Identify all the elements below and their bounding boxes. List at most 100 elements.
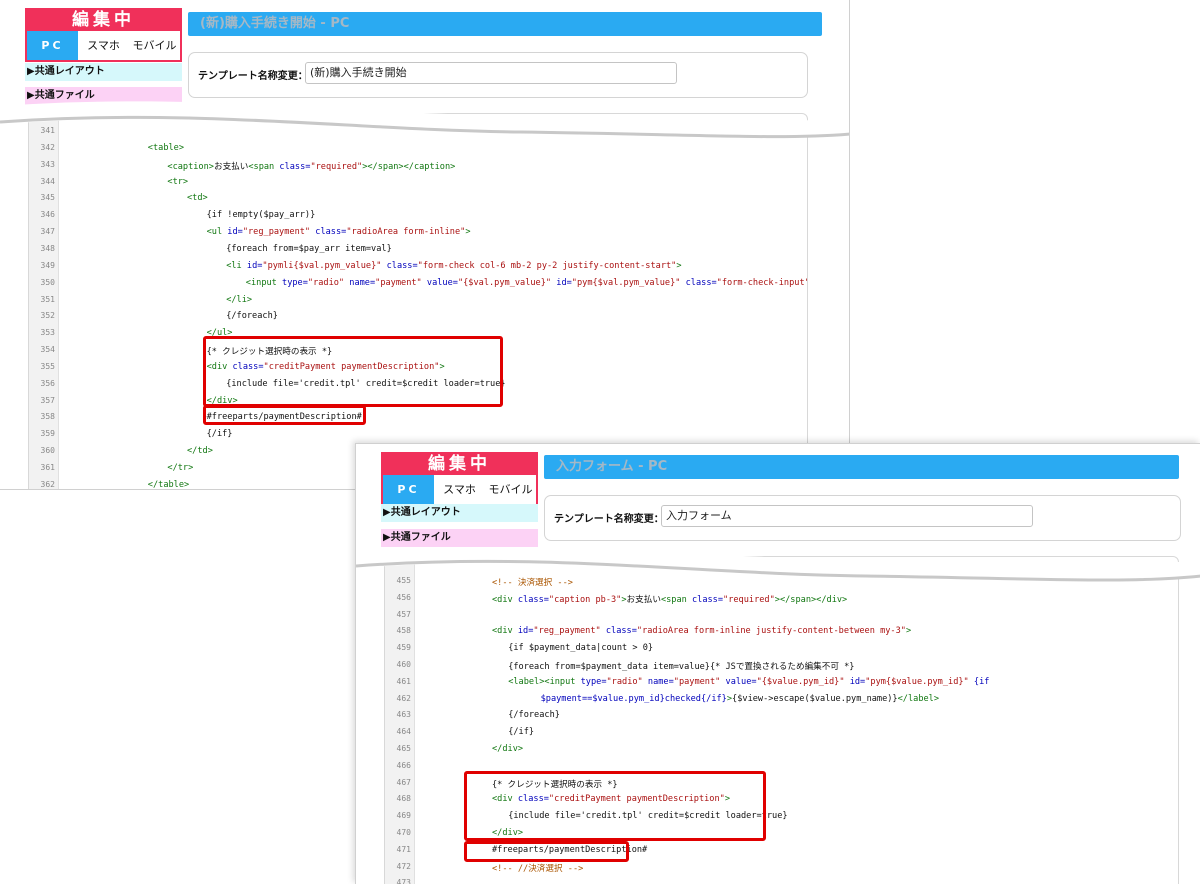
- code-token: {/foreach}: [508, 710, 560, 721]
- line-number: 351: [40, 294, 55, 304]
- tab-mobile[interactable]: モバイル: [129, 31, 180, 60]
- code-token: {if: [968, 676, 990, 687]
- code-line: </table>: [147, 479, 190, 490]
- code-line: <tr>: [167, 177, 188, 187]
- code-editor[interactable]: 341 342 <table> 343 <caption>お支払い<span class…: [28, 113, 808, 490]
- code-token: "{$val.pym_value}": [457, 277, 552, 288]
- code-token: {/if}: [508, 727, 535, 738]
- code-token: </label>: [897, 693, 940, 704]
- code-line: {if !empty($pay_arr)}: [207, 210, 316, 220]
- code-token: <caption>: [167, 161, 214, 172]
- code-token: "pymli{$val.pym_value}": [262, 260, 382, 271]
- line-number: 473: [396, 878, 411, 884]
- wave-break-divider: [0, 101, 849, 139]
- code-token: <li: [226, 260, 247, 271]
- code-token: id=: [551, 277, 572, 288]
- line-number: 353: [40, 328, 55, 338]
- code-line: <ul id="reg_payment" class="radioArea fo…: [207, 227, 471, 237]
- code-token: </tr>: [167, 463, 194, 473]
- line-number: 343: [40, 159, 55, 169]
- page-title: (新)購入手続き開始 - PC: [188, 12, 822, 36]
- line-number: 457: [396, 609, 411, 619]
- editing-status-box: 編集中 PC スマホ モバイル: [25, 8, 182, 62]
- editing-label: 編集中: [27, 10, 180, 31]
- code-token: {foreach from=$payment_data item=value}{…: [508, 662, 855, 672]
- line-number: 472: [396, 861, 411, 871]
- line-number: 468: [396, 794, 411, 804]
- tab-pc[interactable]: PC: [27, 31, 78, 60]
- line-number: 460: [396, 660, 411, 669]
- code-line: <label><input type="radio" name="payment…: [508, 677, 989, 687]
- sidebar-item-common-layout[interactable]: ▶共通レイアウト: [381, 504, 538, 522]
- code-token: id=: [844, 676, 866, 687]
- code-token: "radioArea form-inline justify-content-b…: [636, 626, 906, 637]
- code-token: >: [676, 260, 682, 271]
- code-token: class=: [381, 260, 418, 271]
- code-token: <!-- //決済選択 -->: [492, 863, 584, 874]
- code-token: "reg_payment": [533, 626, 601, 637]
- code-token: </table>: [147, 479, 190, 490]
- code-token: name=: [642, 676, 674, 687]
- code-line: <input type="radio" name="payment" value…: [245, 277, 808, 288]
- code-token: <label><input: [508, 676, 581, 687]
- code-token: "payment": [673, 676, 721, 687]
- code-line: {/if}: [508, 727, 534, 737]
- tab-smartphone[interactable]: スマホ: [78, 31, 129, 60]
- code-token: "radio": [606, 676, 643, 687]
- tab-mobile[interactable]: モバイル: [485, 475, 536, 504]
- sidebar-item-common-layout[interactable]: ▶共通レイアウト: [25, 63, 182, 81]
- screenshot-input-form: 編集中 PC スマホ モバイル ▶共通レイアウト ▶共通ファイル 入力フォーム …: [355, 443, 1200, 884]
- device-tabs: PC スマホ モバイル: [383, 475, 536, 504]
- template-name-section: テンプレート名称変更： (新)購入手続き開始: [188, 52, 808, 98]
- code-token: value=: [421, 277, 458, 288]
- code-token: {if $payment_data|count > 0}: [508, 643, 654, 654]
- editing-status-box: 編集中 PC スマホ モバイル: [381, 452, 538, 506]
- line-number: 357: [40, 395, 55, 405]
- code-token: "pym{$value.pym_id}": [865, 676, 969, 687]
- device-tabs: PC スマホ モバイル: [27, 31, 180, 60]
- code-line: <!-- //決済選択 -->: [492, 862, 583, 874]
- tab-pc[interactable]: PC: [383, 475, 434, 504]
- line-number: 358: [40, 412, 55, 422]
- code-token: id=: [246, 260, 263, 271]
- code-token: ></span></caption>: [362, 161, 456, 172]
- line-number: 470: [396, 828, 411, 837]
- highlight-credit-block: [203, 336, 503, 407]
- code-token: </td>: [187, 446, 213, 457]
- code-token: "payment": [375, 277, 422, 288]
- code-token: class=: [310, 227, 347, 238]
- line-number: 350: [40, 277, 55, 287]
- line-number: 348: [40, 243, 55, 253]
- code-token: <span: [248, 161, 280, 172]
- line-number: 466: [396, 760, 411, 770]
- highlight-freeparts: [464, 841, 629, 862]
- code-token: class=: [600, 626, 637, 637]
- line-number: 461: [396, 676, 411, 686]
- template-name-label: テンプレート名称変更：: [554, 514, 664, 525]
- code-token: $payment==$value.pym_id}checked{/if}: [540, 693, 727, 704]
- code-token: >: [905, 626, 912, 637]
- code-token: {/foreach}: [226, 311, 278, 322]
- template-name-input[interactable]: 入力フォーム: [661, 505, 1033, 527]
- editing-label: 編集中: [383, 454, 536, 475]
- line-number: 467: [396, 777, 411, 787]
- code-token: "required": [310, 161, 363, 172]
- code-token: "radio": [307, 277, 345, 288]
- line-number: 355: [40, 361, 55, 371]
- tab-smartphone[interactable]: スマホ: [434, 475, 485, 504]
- code-token: <input: [245, 277, 283, 288]
- line-number: 464: [396, 727, 411, 737]
- code-token: "pym{$val.pym_value}": [571, 277, 681, 288]
- page-title: 入力フォーム - PC: [544, 455, 1179, 479]
- code-token: type=: [282, 277, 308, 288]
- code-line: <td>: [187, 193, 208, 203]
- code-token: {if !empty($pay_arr)}: [206, 210, 316, 221]
- code-token: </div>: [492, 744, 524, 754]
- template-name-input[interactable]: (新)購入手続き開始: [305, 62, 677, 84]
- line-number: 465: [396, 744, 411, 753]
- code-token: "form-check col-6 mb-2 py-2 justify-cont…: [417, 260, 677, 271]
- code-token: "form-check-input": [716, 277, 808, 288]
- code-token: name=: [344, 277, 376, 288]
- line-number: 462: [396, 693, 411, 703]
- code-line: </li>: [226, 295, 252, 305]
